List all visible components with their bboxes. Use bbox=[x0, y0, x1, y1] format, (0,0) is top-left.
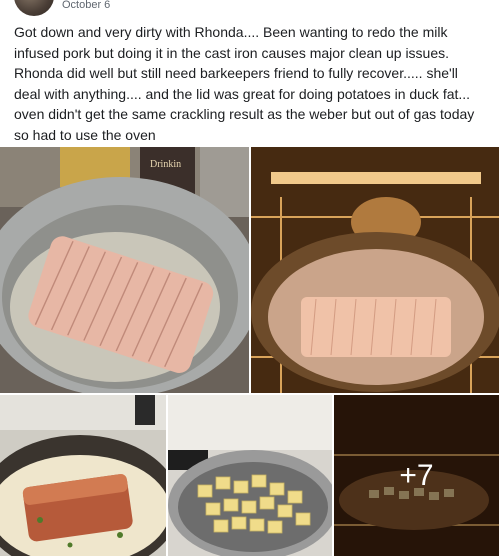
photo-more[interactable]: +7 bbox=[334, 395, 499, 556]
photo-pork-in-oven[interactable] bbox=[251, 147, 499, 393]
post-header: October 6 bbox=[0, 0, 499, 18]
jar-label: Drinkin bbox=[150, 159, 181, 170]
photo-roast-in-pan[interactable] bbox=[0, 395, 166, 556]
post-date[interactable]: October 6 bbox=[62, 0, 110, 11]
photo-potatoes[interactable] bbox=[168, 395, 332, 556]
more-photos-count: +7 bbox=[399, 458, 434, 492]
more-photos-overlay[interactable]: +7 bbox=[334, 395, 499, 556]
photo-pork-in-pan[interactable]: Drinkin bbox=[0, 147, 249, 393]
post-text: Got down and very dirty with Rhonda.... … bbox=[14, 24, 475, 143]
avatar[interactable] bbox=[14, 0, 54, 16]
